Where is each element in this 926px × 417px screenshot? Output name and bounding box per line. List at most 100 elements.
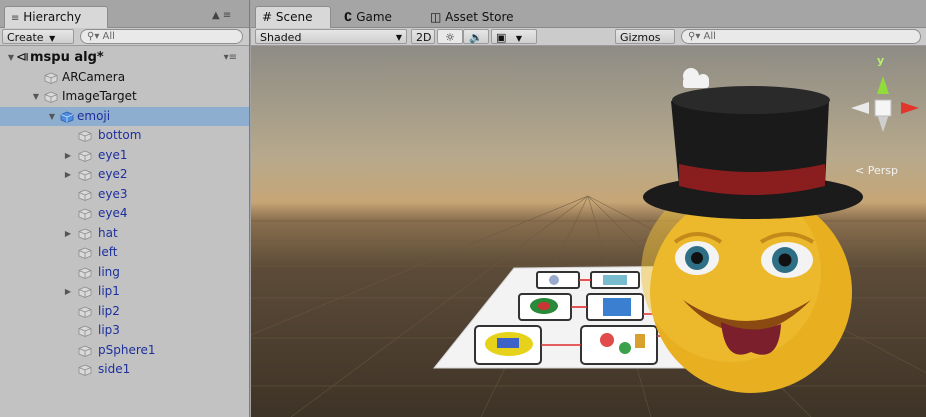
tab-hierarchy[interactable]: ≡ Hierarchy bbox=[4, 6, 108, 28]
expand-arrow-icon[interactable]: ▼ bbox=[47, 107, 57, 127]
gameobject-cube-icon bbox=[78, 364, 92, 376]
list-item[interactable]: ▶ eye1 bbox=[0, 146, 249, 166]
top-hat bbox=[643, 86, 863, 219]
axis-y-label: y bbox=[877, 54, 885, 67]
effects-dropdown[interactable]: ▣ ▼ bbox=[491, 29, 537, 44]
gameobject-cube-icon bbox=[78, 306, 92, 318]
gameobject-cube-icon bbox=[78, 208, 92, 220]
persp-text: Persp bbox=[867, 164, 898, 177]
list-item[interactable]: lip2 bbox=[0, 302, 249, 322]
item-label: bottom bbox=[98, 128, 142, 142]
gizmos-dropdown[interactable]: Gizmos ▼ bbox=[615, 29, 675, 58]
expand-arrow-icon[interactable]: ▼ bbox=[6, 48, 16, 68]
hierarchy-panel: ≡ Hierarchy ▲ ≡ Create ▼ ⚲▾ All ▼ ⧏ mspu… bbox=[0, 0, 250, 417]
list-item[interactable]: lip3 bbox=[0, 321, 249, 341]
tab-game[interactable]: ∁ Game bbox=[337, 6, 413, 28]
item-label: emoji bbox=[77, 108, 111, 123]
list-item[interactable]: bottom bbox=[0, 126, 249, 146]
list-item[interactable]: ▶ eye2 bbox=[0, 165, 249, 185]
list-icon: ≡ bbox=[11, 13, 20, 24]
shading-mode-dropdown[interactable]: Shaded ▼ bbox=[255, 29, 407, 44]
list-item[interactable]: side1 bbox=[0, 360, 249, 380]
list-item[interactable]: ▶ lip1 bbox=[0, 282, 249, 302]
list-item[interactable]: ling bbox=[0, 263, 249, 283]
shopping-bag-icon: ◫ bbox=[430, 10, 442, 24]
scene-search-input[interactable]: ⚲▾ All bbox=[681, 29, 921, 44]
create-dropdown[interactable]: Create ▼ bbox=[2, 29, 74, 44]
persp-arrow-icon: < bbox=[855, 164, 865, 177]
gameobject-cube-icon bbox=[44, 91, 58, 103]
shading-mode-label: Shaded bbox=[260, 31, 302, 44]
scene-viewport[interactable]: y < Persp bbox=[251, 46, 926, 417]
search-icon: ⚲▾ bbox=[87, 31, 100, 42]
gameobject-cube-icon bbox=[78, 325, 92, 337]
expand-arrow-icon[interactable]: ▶ bbox=[63, 282, 73, 302]
tab-scene[interactable]: # Scene bbox=[255, 6, 331, 28]
list-item[interactable]: left bbox=[0, 243, 249, 263]
orientation-gizmo bbox=[851, 76, 919, 132]
grid-icon: # bbox=[262, 10, 273, 24]
item-label: side1 bbox=[98, 362, 131, 376]
2d-toggle[interactable]: 2D bbox=[411, 29, 435, 44]
item-label: eye2 bbox=[98, 167, 128, 181]
persp-label[interactable]: < Persp bbox=[855, 164, 898, 177]
list-item[interactable]: eye3 bbox=[0, 185, 249, 205]
unity-scene-icon: ⧏ bbox=[16, 50, 29, 65]
gameobject-cube-icon bbox=[78, 228, 92, 240]
panel-menu-icon[interactable]: ▲ ≡ bbox=[212, 10, 231, 21]
tab-scene-label: Scene bbox=[275, 10, 313, 24]
speaker-audio-icon[interactable]: 🔉 bbox=[463, 29, 489, 44]
item-label: lip3 bbox=[98, 323, 120, 337]
tab-asset-store-label: Asset Store bbox=[445, 10, 514, 24]
list-item[interactable]: ▶ hat bbox=[0, 224, 249, 244]
item-label: ImageTarget bbox=[62, 89, 137, 103]
expand-arrow-icon[interactable]: ▶ bbox=[63, 146, 73, 166]
gameobject-cube-icon bbox=[78, 130, 92, 142]
expand-arrow-icon[interactable]: ▶ bbox=[63, 165, 73, 185]
scene-name: mspu alg* bbox=[30, 50, 104, 65]
list-item[interactable]: ▼ ImageTarget bbox=[0, 87, 249, 107]
scene-tabbar: # Scene ∁ Game ◫ Asset Store bbox=[251, 0, 926, 28]
expand-arrow-icon[interactable]: ▶ bbox=[63, 224, 73, 244]
item-label: ling bbox=[98, 264, 120, 279]
gizmos-label: Gizmos bbox=[620, 31, 661, 44]
pacman-icon: ∁ bbox=[344, 10, 353, 24]
create-label: Create bbox=[7, 31, 44, 44]
gameobject-cube-icon bbox=[78, 189, 92, 201]
scene-row[interactable]: ▼ ⧏ mspu alg* ▾≡ bbox=[0, 48, 249, 68]
chevron-down-icon: ▼ bbox=[395, 33, 402, 42]
sun-lighting-icon[interactable]: ☼ bbox=[437, 29, 463, 44]
list-item-selected[interactable]: ▼ emoji bbox=[0, 106, 249, 127]
item-label: left bbox=[98, 245, 118, 259]
item-label: eye3 bbox=[98, 186, 128, 201]
item-label: hat bbox=[98, 225, 118, 240]
camera-gizmo-icon bbox=[683, 68, 709, 88]
search-placeholder: All bbox=[102, 31, 115, 42]
gameobject-cube-icon bbox=[78, 345, 92, 357]
list-item[interactable]: ARCamera bbox=[0, 68, 249, 88]
hierarchy-tree: ▼ ⧏ mspu alg* ▾≡ ARCamera ▼ ImageTarget … bbox=[0, 48, 249, 380]
scene-render bbox=[251, 68, 926, 417]
tab-game-label: Game bbox=[356, 10, 392, 24]
gameobject-cube-icon bbox=[78, 247, 92, 259]
item-label: ARCamera bbox=[62, 69, 126, 84]
scene-menu-icon[interactable]: ▾≡ bbox=[224, 48, 237, 68]
hierarchy-tabbar: ≡ Hierarchy ▲ ≡ bbox=[0, 0, 249, 28]
prefab-cube-icon bbox=[60, 111, 74, 123]
tab-hierarchy-label: Hierarchy bbox=[23, 10, 82, 24]
tab-asset-store[interactable]: ◫ Asset Store bbox=[423, 6, 533, 28]
gameobject-cube-icon bbox=[78, 169, 92, 181]
list-item[interactable]: eye4 bbox=[0, 204, 249, 224]
gameobject-cube-icon bbox=[78, 150, 92, 162]
image-effects-icon: ▣ bbox=[496, 31, 507, 44]
gameobject-cube-icon bbox=[78, 267, 92, 279]
list-item[interactable]: pSphere1 bbox=[0, 341, 249, 361]
search-icon: ⚲▾ bbox=[688, 31, 701, 42]
item-label: eye4 bbox=[98, 206, 128, 220]
hierarchy-search-input[interactable]: ⚲▾ All bbox=[80, 29, 243, 44]
expand-arrow-icon[interactable]: ▼ bbox=[31, 87, 41, 107]
gameobject-cube-icon bbox=[78, 286, 92, 298]
emoji-model bbox=[641, 86, 863, 393]
gameobject-cube-icon bbox=[44, 72, 58, 84]
scene-toolbar: Shaded ▼ 2D ☼ 🔉 ▣ ▼ Gizmos ▼ ⚲▾ All bbox=[251, 28, 926, 58]
